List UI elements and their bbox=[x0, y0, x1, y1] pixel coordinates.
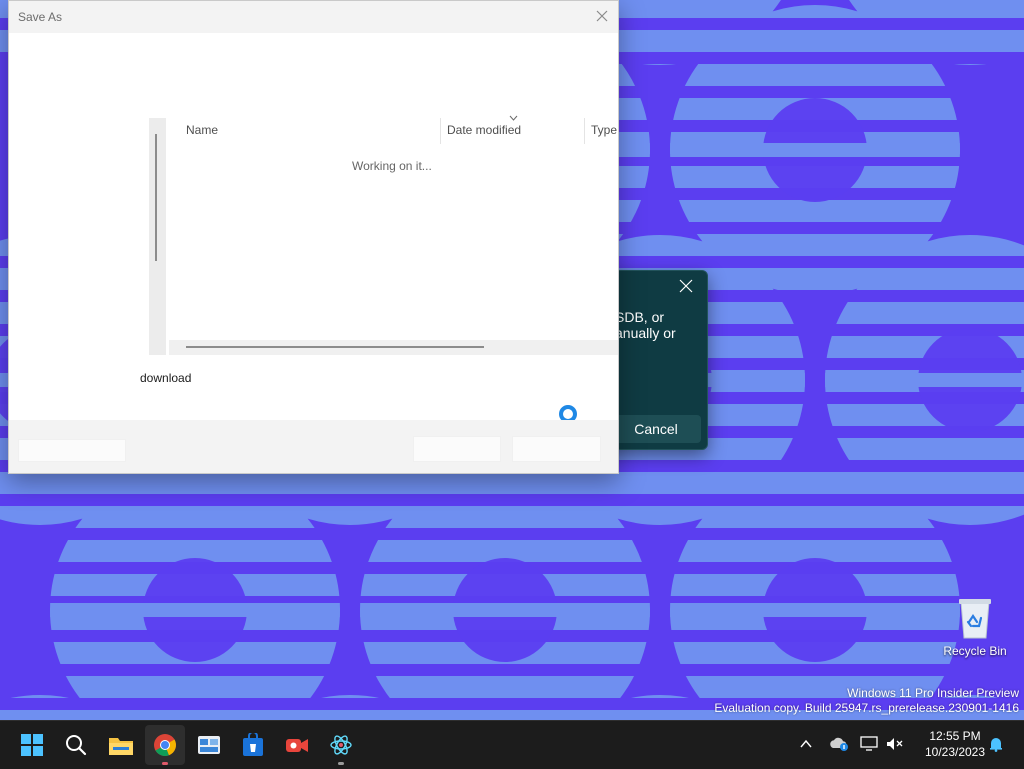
message-line-1: SDB, or bbox=[615, 309, 665, 325]
chrome-button[interactable] bbox=[145, 725, 185, 765]
column-header-date-modified[interactable]: Date modified bbox=[447, 123, 521, 137]
column-separator[interactable] bbox=[584, 118, 585, 144]
clock-date: 10/23/2023 bbox=[924, 745, 986, 759]
widgets-icon bbox=[198, 736, 220, 754]
taskbar: 12:55 PM 10/23/2023 bbox=[0, 720, 1024, 769]
camera-button[interactable] bbox=[277, 725, 317, 765]
chevron-up-icon[interactable] bbox=[799, 737, 813, 751]
scrollbar-thumb[interactable] bbox=[155, 134, 157, 261]
network-icon[interactable] bbox=[860, 736, 878, 752]
column-separator[interactable] bbox=[440, 118, 441, 144]
search-button[interactable] bbox=[56, 725, 96, 765]
hide-folders-button[interactable] bbox=[18, 439, 126, 462]
file-explorer-button[interactable] bbox=[100, 725, 140, 765]
react-app-button[interactable] bbox=[321, 725, 361, 765]
column-header-name[interactable]: Name bbox=[186, 123, 218, 137]
search-icon bbox=[66, 735, 87, 756]
start-button[interactable] bbox=[12, 725, 52, 765]
watermark-line-2: Evaluation copy. Build 25947.rs_prerelea… bbox=[714, 701, 1019, 715]
store-button[interactable] bbox=[233, 725, 273, 765]
chrome-icon bbox=[154, 734, 176, 756]
cancel-dialog-button[interactable] bbox=[512, 436, 601, 462]
folder-icon bbox=[109, 738, 133, 755]
camera-icon bbox=[286, 739, 308, 752]
save-as-dialog: Save As Name Date modified Type Working … bbox=[8, 0, 619, 474]
cancel-button[interactable]: Cancel bbox=[611, 415, 701, 443]
desktop-icon-recycle-bin[interactable]: Recycle Bin bbox=[942, 596, 1008, 658]
atom-icon bbox=[330, 735, 352, 755]
close-icon[interactable] bbox=[679, 279, 693, 293]
system-clock[interactable]: 12:55 PM 10/23/2023 bbox=[915, 728, 995, 760]
background-dialog-message: SDB, or anually or bbox=[615, 309, 676, 341]
chevron-down-icon bbox=[509, 115, 518, 121]
onedrive-icon[interactable] bbox=[829, 736, 849, 752]
store-icon bbox=[243, 733, 263, 756]
navigation-pane-scrollbar[interactable] bbox=[149, 118, 166, 355]
windows-watermark: Windows 11 Pro Insider Preview Evaluatio… bbox=[714, 686, 1019, 716]
dialog-title: Save As bbox=[18, 10, 63, 24]
watermark-line-1: Windows 11 Pro Insider Preview bbox=[847, 686, 1019, 700]
widgets-button[interactable] bbox=[189, 725, 229, 765]
recycle-bin-label: Recycle Bin bbox=[943, 644, 1007, 658]
save-button[interactable] bbox=[413, 436, 501, 462]
running-indicator bbox=[338, 762, 344, 765]
recycle-bin-icon bbox=[959, 599, 991, 639]
status-text: Working on it... bbox=[352, 159, 432, 173]
notification-bell-icon[interactable] bbox=[988, 736, 1004, 752]
running-indicator bbox=[162, 762, 168, 765]
file-name-text[interactable]: download bbox=[140, 371, 191, 385]
title-bar[interactable] bbox=[9, 1, 618, 33]
column-header-type[interactable]: Type bbox=[591, 123, 617, 137]
message-line-2: anually or bbox=[615, 325, 676, 341]
volume-muted-icon[interactable] bbox=[885, 736, 905, 752]
horizontal-scrollbar-thumb[interactable] bbox=[186, 346, 484, 348]
close-icon[interactable] bbox=[596, 10, 608, 22]
windows-start-icon bbox=[21, 734, 43, 756]
clock-time: 12:55 PM bbox=[929, 729, 981, 743]
